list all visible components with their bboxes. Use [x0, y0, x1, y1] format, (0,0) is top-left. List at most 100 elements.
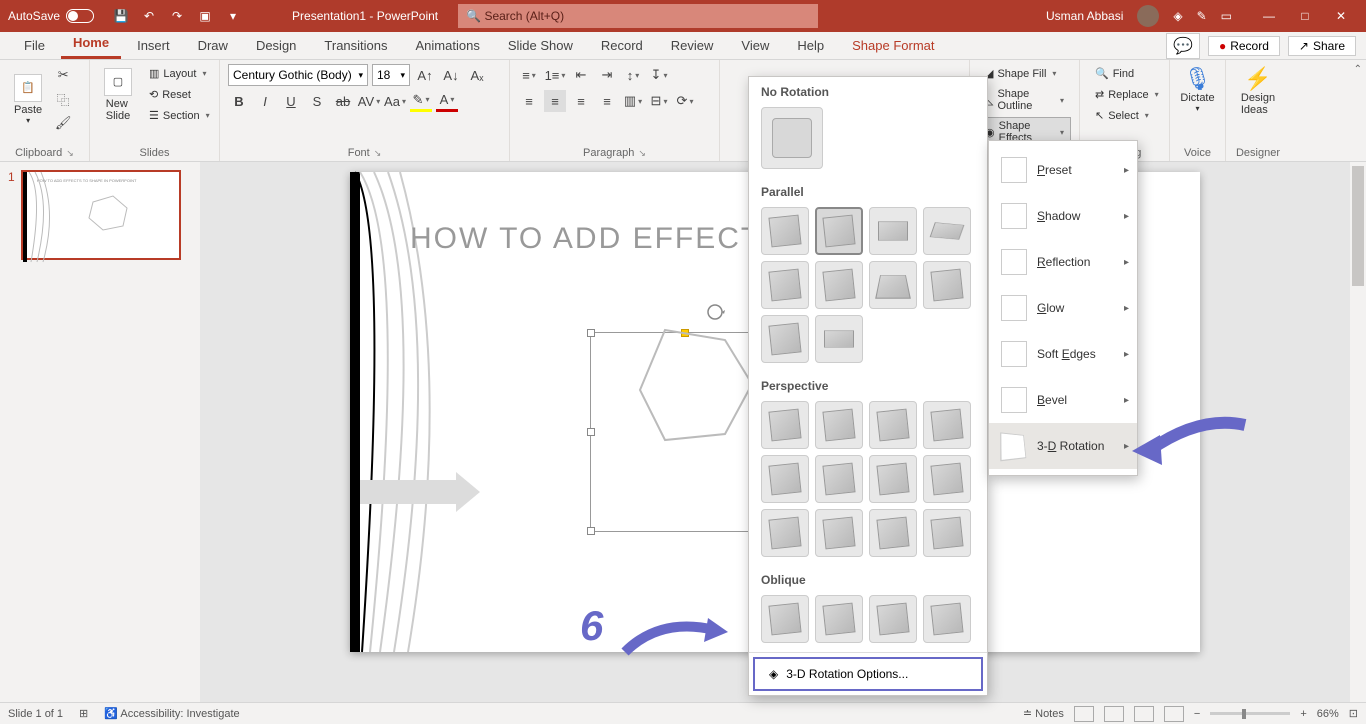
parallel-4[interactable] — [923, 207, 971, 255]
align-center-icon[interactable]: ≡ — [544, 90, 566, 112]
vertical-scrollbar[interactable] — [1350, 162, 1366, 702]
dictate-button[interactable]: 🎙 Dictate▾ — [1178, 64, 1217, 115]
tab-design[interactable]: Design — [244, 32, 308, 59]
slide-thumbnail-1[interactable]: HOW TO ADD EFFECTS TO SHAPE IN POWERPOIN… — [21, 170, 181, 260]
numbering-icon[interactable]: 1≡ — [544, 64, 566, 86]
parallel-2[interactable] — [815, 207, 863, 255]
rotation-none[interactable] — [761, 107, 823, 169]
wand-icon[interactable]: ✎ — [1197, 9, 1207, 23]
comments-icon[interactable]: 💬 — [1166, 33, 1200, 59]
3d-rotation-options-button[interactable]: ◈ 3-D Rotation Options... — [753, 657, 983, 691]
clipboard-launcher-icon[interactable]: ↘ — [66, 148, 74, 159]
perspective-9[interactable] — [761, 509, 809, 557]
slideshow-view-icon[interactable] — [1164, 706, 1184, 722]
replace-button[interactable]: ⇄ Replace — [1088, 85, 1161, 104]
handle-ml-icon[interactable] — [587, 428, 595, 436]
handle-bl-icon[interactable] — [587, 527, 595, 535]
notes-button[interactable]: ≐ Notes — [1023, 707, 1064, 720]
oblique-3[interactable] — [869, 595, 917, 643]
change-case-icon[interactable]: Aa — [384, 90, 406, 112]
perspective-5[interactable] — [761, 455, 809, 503]
parallel-7[interactable] — [869, 261, 917, 309]
underline-icon[interactable]: U — [280, 90, 302, 112]
italic-icon[interactable]: I — [254, 90, 276, 112]
oblique-2[interactable] — [815, 595, 863, 643]
shape-fill-button[interactable]: ◢ Shape Fill — [978, 64, 1071, 83]
columns-icon[interactable]: ▥ — [622, 90, 644, 112]
tab-transitions[interactable]: Transitions — [312, 32, 399, 59]
oblique-1[interactable] — [761, 595, 809, 643]
tab-home[interactable]: Home — [61, 29, 121, 59]
tab-view[interactable]: View — [729, 32, 781, 59]
perspective-2[interactable] — [815, 401, 863, 449]
new-slide-button[interactable]: ▢ New Slide — [98, 66, 138, 124]
decrease-font-icon[interactable]: A↓ — [440, 64, 462, 86]
justify-icon[interactable]: ≡ — [596, 90, 618, 112]
char-spacing-icon[interactable]: AV — [358, 90, 380, 112]
scrollbar-thumb[interactable] — [1352, 166, 1364, 286]
section-button[interactable]: ☰ Section — [142, 106, 217, 125]
save-icon[interactable]: 💾 — [112, 7, 130, 25]
ribbon-display-icon[interactable]: ▭ — [1221, 9, 1232, 23]
align-right-icon[interactable]: ≡ — [570, 90, 592, 112]
minimize-icon[interactable]: ― — [1260, 7, 1278, 25]
smartart-icon[interactable]: ⟳ — [674, 90, 696, 112]
perspective-10[interactable] — [815, 509, 863, 557]
zoom-slider[interactable] — [1210, 712, 1290, 715]
parallel-6[interactable] — [815, 261, 863, 309]
sorter-view-icon[interactable] — [1104, 706, 1124, 722]
tab-record[interactable]: Record — [589, 32, 655, 59]
accessibility-status[interactable]: ♿ Accessibility: Investigate — [104, 707, 239, 720]
fit-window-icon[interactable]: ⊡ — [1349, 707, 1358, 720]
tab-insert[interactable]: Insert — [125, 32, 182, 59]
perspective-7[interactable] — [869, 455, 917, 503]
present-icon[interactable]: ▣ — [196, 7, 214, 25]
bullets-icon[interactable]: ≡ — [518, 64, 540, 86]
font-size-combo[interactable]: 18▾ — [372, 64, 410, 86]
slide-indicator[interactable]: Slide 1 of 1 — [8, 708, 63, 720]
paragraph-launcher-icon[interactable]: ↘ — [638, 148, 646, 159]
zoom-level[interactable]: 66% — [1317, 708, 1339, 720]
hexagon-shape[interactable] — [630, 322, 760, 452]
perspective-12[interactable] — [923, 509, 971, 557]
effects-bevel[interactable]: Bevel▸ — [989, 377, 1137, 423]
diamond-icon[interactable]: ◈ — [1173, 9, 1182, 23]
line-spacing-icon[interactable]: ↕ — [622, 64, 644, 86]
text-direction-icon[interactable]: ↧ — [648, 64, 670, 86]
effects-3d-rotation[interactable]: 3-D Rotation▸ — [989, 423, 1137, 469]
font-launcher-icon[interactable]: ↘ — [374, 148, 382, 159]
tab-file[interactable]: File — [12, 32, 57, 59]
qat-more-icon[interactable]: ▾ — [224, 7, 242, 25]
bold-icon[interactable]: B — [228, 90, 250, 112]
effects-glow[interactable]: Glow▸ — [989, 285, 1137, 331]
strike-icon[interactable]: ab — [332, 90, 354, 112]
language-icon[interactable]: ⊞ — [79, 707, 88, 720]
reset-button[interactable]: ⟲ Reset — [142, 85, 217, 104]
parallel-10[interactable] — [815, 315, 863, 363]
font-name-combo[interactable]: Century Gothic (Body)▾ — [228, 64, 368, 86]
perspective-4[interactable] — [923, 401, 971, 449]
parallel-8[interactable] — [923, 261, 971, 309]
tab-shape-format[interactable]: Shape Format — [840, 32, 946, 59]
search-box[interactable]: 🔍 Search (Alt+Q) — [458, 4, 818, 28]
align-text-icon[interactable]: ⊟ — [648, 90, 670, 112]
effects-preset[interactable]: Preset▸ — [989, 147, 1137, 193]
zoom-in-icon[interactable]: + — [1300, 708, 1306, 720]
design-ideas-button[interactable]: ⚡ Design Ideas — [1234, 64, 1282, 118]
handle-tl-icon[interactable] — [587, 329, 595, 337]
perspective-3[interactable] — [869, 401, 917, 449]
tab-slideshow[interactable]: Slide Show — [496, 32, 585, 59]
effects-softedges[interactable]: Soft Edges▸ — [989, 331, 1137, 377]
close-icon[interactable]: ✕ — [1332, 7, 1350, 25]
tab-review[interactable]: Review — [659, 32, 726, 59]
cut-icon[interactable]: ✂ — [52, 64, 74, 86]
align-left-icon[interactable]: ≡ — [518, 90, 540, 112]
shape-outline-button[interactable]: ◺ Shape Outline — [978, 85, 1071, 115]
parallel-9[interactable] — [761, 315, 809, 363]
perspective-8[interactable] — [923, 455, 971, 503]
autosave-switch-icon[interactable] — [66, 9, 94, 23]
avatar-icon[interactable] — [1137, 5, 1159, 27]
undo-icon[interactable]: ↶ — [140, 7, 158, 25]
reading-view-icon[interactable] — [1134, 706, 1154, 722]
effects-shadow[interactable]: Shadow▸ — [989, 193, 1137, 239]
